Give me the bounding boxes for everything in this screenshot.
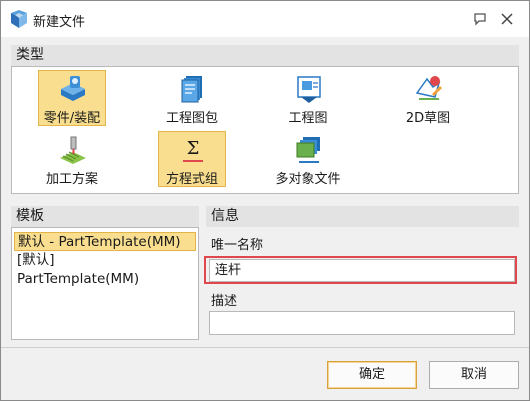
template-list: 默认 - PartTemplate(MM) [默认] PartTemplate(…	[11, 227, 199, 340]
template-item[interactable]: [默认]	[14, 251, 55, 270]
type-label: 方程式组	[165, 172, 218, 187]
part-assembly-icon	[61, 76, 85, 101]
type-item-drawing[interactable]: 工程图	[274, 70, 342, 126]
drawing-icon	[297, 76, 321, 103]
highlight-box	[204, 256, 517, 284]
type-item-multi-object-file[interactable]: 多对象文件	[274, 131, 342, 187]
new-file-dialog: 新建文件 类型 零件/装配 工程图包 工程图 2D草图 加工方案 Σ 方程式组 …	[0, 0, 530, 401]
type-label: 工程图	[288, 111, 328, 126]
machining-plan-icon	[60, 136, 86, 164]
template-section-header: 模板	[11, 206, 199, 227]
type-item-drawing-package[interactable]: 工程图包	[158, 70, 226, 126]
unique-name-label: 唯一名称	[211, 238, 264, 253]
type-item-2d-sketch[interactable]: 2D草图	[394, 70, 462, 126]
template-item[interactable]: PartTemplate(MM)	[14, 270, 139, 289]
info-section-header: 信息	[206, 206, 519, 227]
type-label: 零件/装配	[43, 111, 101, 126]
type-label: 工程图包	[165, 111, 218, 126]
footer-divider	[1, 347, 529, 348]
type-label: 2D草图	[405, 111, 451, 126]
description-input[interactable]	[209, 311, 515, 335]
ok-button[interactable]: 确定	[327, 361, 417, 389]
type-label: 加工方案	[45, 172, 98, 187]
multi-object-file-icon	[296, 137, 320, 163]
title-bar: 新建文件	[1, 1, 529, 37]
drawing-package-icon	[181, 76, 202, 103]
type-item-machining-plan[interactable]: 加工方案	[38, 131, 106, 187]
type-label: 多对象文件	[275, 172, 341, 187]
cancel-button[interactable]: 取消	[429, 361, 519, 389]
close-icon[interactable]	[498, 10, 516, 28]
type-panel: 零件/装配 工程图包 工程图 2D草图 加工方案 Σ 方程式组 多对象文件	[11, 66, 519, 194]
template-item[interactable]: 默认 - PartTemplate(MM)	[14, 232, 196, 251]
type-item-equation-set[interactable]: Σ 方程式组	[158, 131, 226, 187]
app-logo-icon	[11, 10, 27, 28]
chat-help-icon[interactable]	[471, 10, 489, 28]
window-title: 新建文件	[33, 15, 86, 30]
type-section-header: 类型	[11, 45, 519, 66]
type-item-part-assembly[interactable]: 零件/装配	[38, 70, 106, 126]
description-label: 描述	[211, 294, 238, 309]
svg-text:Σ: Σ	[187, 138, 200, 159]
equation-set-icon: Σ	[183, 138, 203, 162]
2d-sketch-icon	[415, 76, 443, 100]
